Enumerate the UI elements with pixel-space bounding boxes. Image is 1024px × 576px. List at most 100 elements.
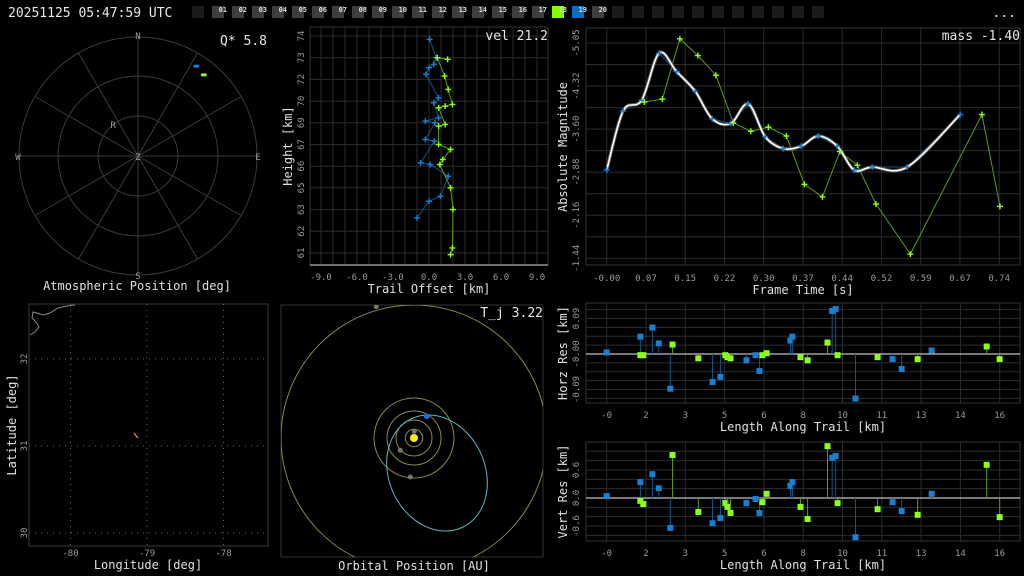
frame-box: [632, 6, 644, 18]
x-tick-label: 0.15: [674, 274, 696, 284]
residual-point: [743, 357, 750, 364]
frame-label: 04: [279, 6, 287, 14]
timestamp: 20251125 05:47:59 UTC: [8, 6, 172, 21]
x-tick-label: 14: [955, 411, 966, 421]
residual-point: [914, 511, 921, 518]
y-tick-label: -1.44: [572, 245, 582, 272]
y-tick-label: -0.00: [572, 340, 582, 367]
y-tick-label: 32: [20, 354, 30, 365]
frame-label: 18: [559, 6, 567, 14]
residual-point: [695, 509, 702, 516]
frame-box: [752, 6, 764, 18]
residual-point: [874, 354, 881, 361]
x-tick-label: 2: [643, 411, 648, 421]
x-tick-label: 3: [683, 549, 688, 559]
x-tick-label: -9.0: [310, 273, 332, 283]
x-tick-label: -78: [215, 549, 231, 559]
residual-point: [655, 485, 662, 492]
frame-label: 15: [499, 6, 507, 14]
residual-point: [743, 500, 750, 507]
y-tick-label: 70: [297, 96, 307, 107]
residual-point: [717, 373, 724, 380]
tisserand-value: T_j 3.22: [480, 306, 543, 321]
y-axis-title: Horz Res [km]: [556, 306, 570, 400]
planet-marker: [411, 428, 417, 434]
y-tick-label: -2.88: [572, 159, 582, 186]
residual-point: [752, 495, 759, 502]
residual-point: [655, 340, 662, 347]
x-tick-label: 0.22: [714, 274, 736, 284]
y-tick-label: 30: [20, 528, 30, 539]
frame-button-empty: [652, 6, 664, 18]
y-tick-label: -3.60: [572, 116, 582, 143]
y-tick-label: -2.16: [572, 202, 582, 229]
y-tick-label: 72: [297, 74, 307, 85]
residual-point: [727, 509, 734, 516]
residual-point: [717, 515, 724, 522]
residual-point: [889, 356, 896, 363]
more-menu-button[interactable]: ...: [993, 6, 1016, 21]
y-axis-title: Vert Res [km]: [556, 445, 570, 539]
residual-point: [756, 509, 763, 516]
y-tick-label: 61: [297, 248, 307, 259]
x-axis-title: Length Along Trail [km]: [720, 558, 886, 572]
frame-label: 20: [599, 6, 607, 14]
compass-east: E: [255, 153, 260, 163]
q-star-value: Q* 5.8: [220, 34, 267, 49]
residual-point: [603, 493, 610, 500]
residual-point: [983, 343, 990, 350]
frame-button-empty: [612, 6, 624, 18]
frame-button-empty: [712, 6, 724, 18]
residual-point: [852, 395, 859, 402]
frame-label: 05: [299, 6, 307, 14]
y-tick-label: 74: [297, 31, 307, 42]
frame-box: [812, 6, 824, 18]
y-tick-label: 67: [297, 139, 307, 150]
x-tick-label: 0.59: [910, 274, 932, 284]
compass-north: N: [135, 32, 140, 42]
residual-point: [797, 503, 804, 510]
x-axis-title: Longitude [deg]: [94, 558, 202, 572]
residual-point: [763, 490, 770, 497]
frame-button-empty: [752, 6, 764, 18]
frame-label: 01: [219, 6, 227, 14]
residual-point: [727, 355, 734, 362]
y-tick-label: 0.09: [572, 308, 582, 330]
frame-label: 14: [479, 6, 487, 14]
residual-point: [752, 352, 759, 359]
frame-label: 17: [539, 6, 547, 14]
residual-point: [789, 333, 796, 340]
x-tick-label: -80: [62, 549, 78, 559]
residual-point: [834, 352, 841, 359]
residual-point: [824, 339, 831, 346]
orbit-title: Orbital Position [AU]: [338, 559, 490, 573]
station-track-1: [193, 64, 200, 68]
residual-point: [756, 367, 763, 374]
frame-box: [692, 6, 704, 18]
compass-west: W: [15, 153, 21, 163]
x-tick-label: 16: [994, 411, 1005, 421]
residual-point: [637, 479, 644, 486]
x-tick-label: -6.0: [346, 273, 368, 283]
compass-zenith: Z: [135, 153, 141, 163]
frame-label: 19: [579, 6, 587, 14]
frame-box: [652, 6, 664, 18]
planet-marker: [397, 447, 403, 453]
residual-point: [649, 324, 656, 331]
x-tick-label: 9.0: [529, 273, 545, 283]
residual-point: [669, 452, 676, 459]
mass-value: mass -1.40: [942, 29, 1020, 44]
residual-point: [649, 471, 656, 478]
residual-point: [874, 506, 881, 513]
polar-title: Atmospheric Position [deg]: [43, 279, 231, 293]
frame-label: 06: [319, 6, 327, 14]
x-axis-title: Length Along Trail [km]: [720, 420, 886, 434]
frame-label: 13: [459, 6, 467, 14]
x-axis-title: Trail Offset [km]: [368, 282, 491, 296]
y-axis-title: Absolute Magnitude: [556, 82, 570, 212]
residual-point: [834, 500, 841, 507]
x-tick-label: 3: [683, 411, 688, 421]
residual-point: [763, 350, 770, 357]
radiant-marker: R: [110, 121, 116, 131]
y-tick-label: 31: [20, 441, 30, 452]
